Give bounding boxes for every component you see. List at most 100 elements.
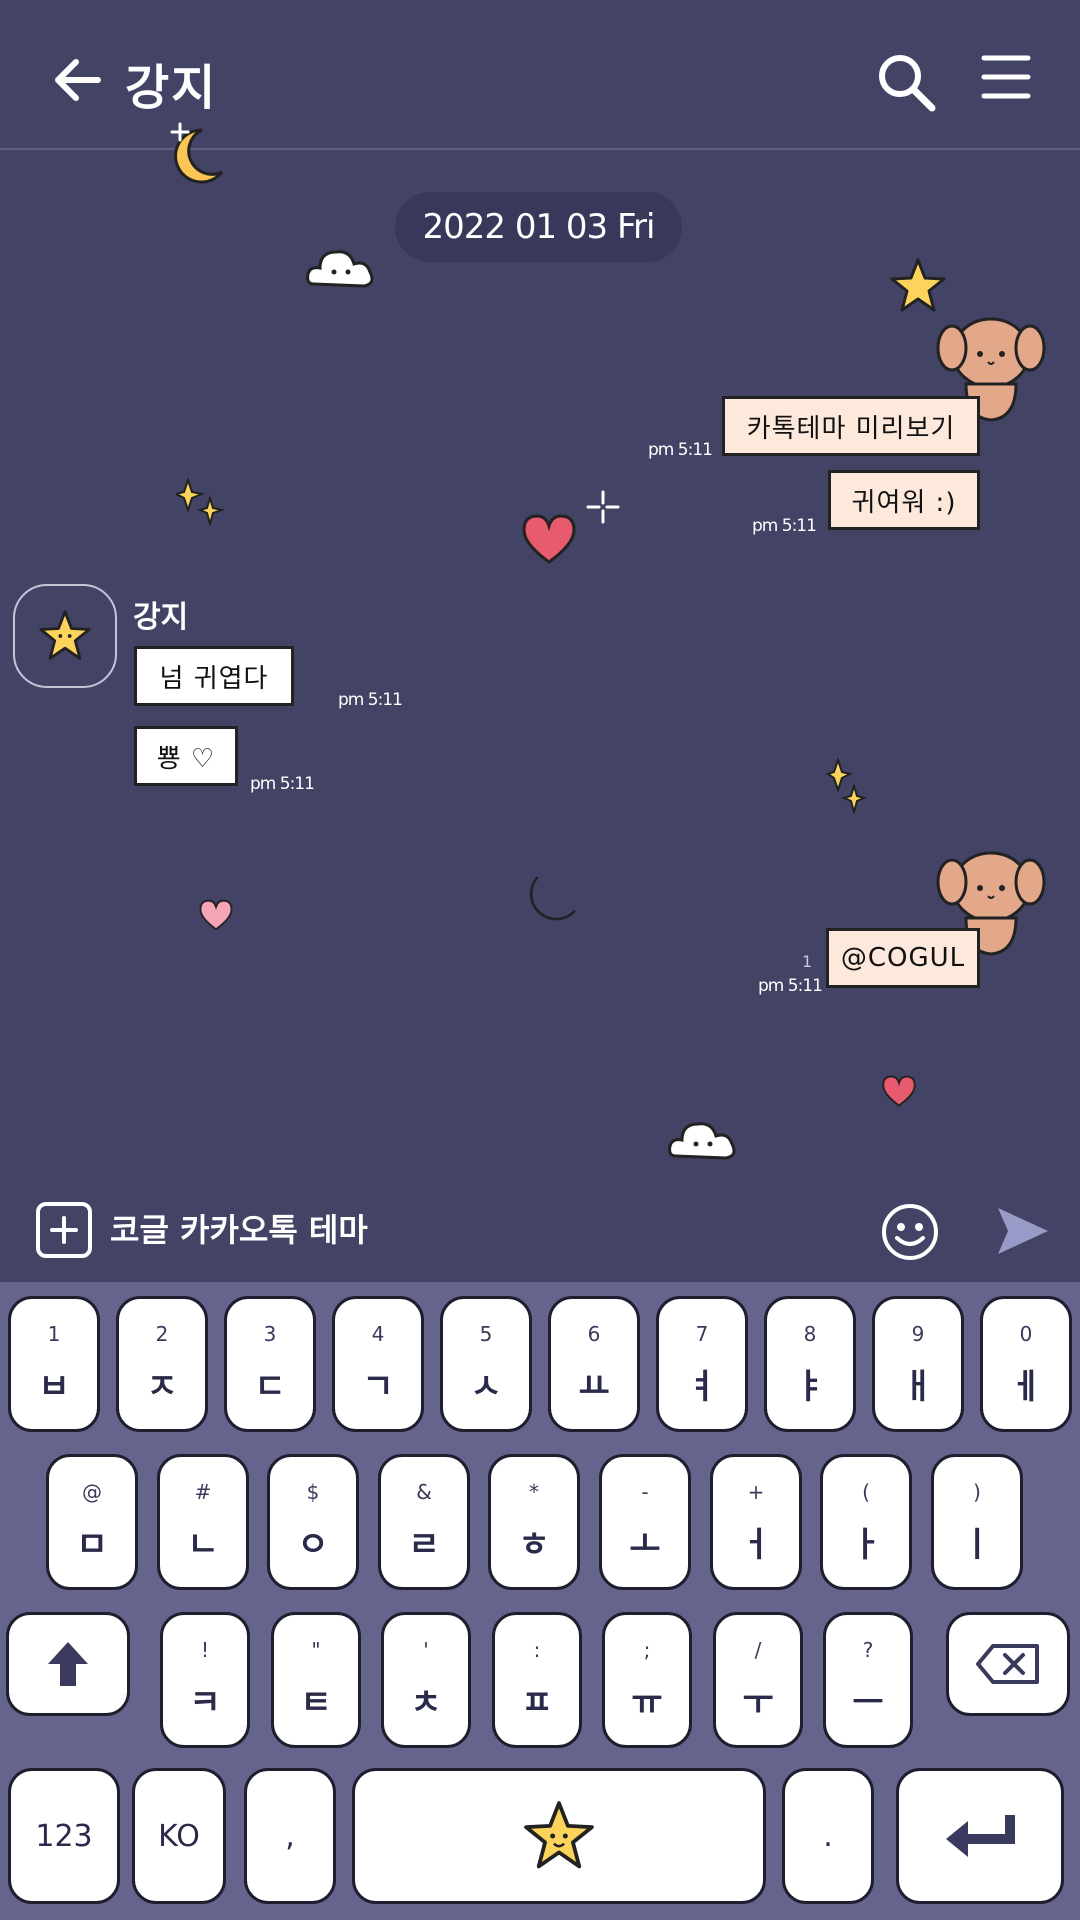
period-key[interactable]: . [782, 1768, 874, 1904]
language-key[interactable]: KO [132, 1768, 226, 1904]
menu-icon[interactable] [980, 52, 1032, 102]
key-ㅜ[interactable]: / ㅜ [713, 1612, 803, 1748]
key-symbol: / [754, 1637, 762, 1662]
back-arrow-icon[interactable] [48, 50, 108, 110]
key-symbol: ? [862, 1637, 874, 1662]
moon-sticker-icon [529, 876, 576, 921]
key-character: ㅊ [410, 1682, 442, 1723]
enter-key[interactable] [896, 1768, 1064, 1904]
key-character: ㅜ [742, 1682, 774, 1723]
key-character: ㅗ [629, 1524, 661, 1565]
key-ㅁ[interactable]: @ ㅁ [46, 1454, 138, 1590]
key-ㅅ[interactable]: 5ㅅ [440, 1296, 532, 1432]
key-character: ㅔ [1010, 1366, 1042, 1407]
key-ㅂ[interactable]: 1ㅂ [8, 1296, 100, 1432]
key-ㅔ[interactable]: 0ㅔ [980, 1296, 1072, 1432]
moon-sticker-icon [170, 122, 224, 184]
unread-count: 1 [802, 952, 813, 971]
key-symbol: 3 [263, 1321, 277, 1346]
key-ㅇ[interactable]: $ ㅇ [267, 1454, 359, 1590]
key-symbol: 5 [479, 1321, 493, 1346]
key-ㄱ[interactable]: 4ㄱ [332, 1296, 424, 1432]
date-divider: 2022 01 03 Fri [395, 192, 682, 262]
key-character: ㅏ [850, 1524, 882, 1565]
send-icon[interactable] [994, 1202, 1052, 1260]
enter-arrow-icon [946, 1815, 1015, 1857]
sent-message-bubble[interactable]: 귀여워 :) [828, 470, 980, 530]
key-ㅐ[interactable]: 9ㅐ [872, 1296, 964, 1432]
key-symbol: 6 [587, 1321, 601, 1346]
key-character: ㅁ [76, 1524, 108, 1565]
key-symbol: 0 [1019, 1321, 1033, 1346]
chat-title: 강지 [125, 60, 218, 116]
key-symbol: " [311, 1637, 321, 1662]
key-character: ㅡ [852, 1682, 884, 1723]
key-character: ㅣ [961, 1524, 993, 1565]
key-ㅠ[interactable]: ; ㅠ [602, 1612, 692, 1748]
key-character: ㄱ [362, 1366, 394, 1407]
key-ㅋ[interactable]: ! ㅋ [160, 1612, 250, 1748]
key-character: ㅕ [686, 1366, 718, 1407]
key-character: ㅓ [740, 1524, 772, 1565]
key-character: ㅅ [470, 1366, 502, 1407]
key-ㅌ[interactable]: " ㅌ [271, 1612, 361, 1748]
message-time: pm 5:11 [752, 516, 817, 536]
message-time: pm 5:11 [648, 440, 713, 460]
key-ㅕ[interactable]: 7ㅕ [656, 1296, 748, 1432]
key-symbol: ( [862, 1479, 870, 1504]
key-ㅣ[interactable]: ) ㅣ [931, 1454, 1023, 1590]
key-ㄹ[interactable]: & ㄹ [378, 1454, 470, 1590]
comma-key[interactable]: , [244, 1768, 336, 1904]
keyboard: 123 KO , . 1 ㅂ 2 ㅈ 3 ㄷ 4 ㄱ 5 ㅅ 6 ㅛ 7 ㅕ 8 ㅑ 9 ㅐ 0 ㅔ @ ㅁ # ㄴ $ ㅇ & ㄹ *… [0, 1282, 1080, 1920]
star-avatar-icon [39, 610, 91, 660]
key-character: ㅂ [38, 1366, 70, 1407]
key-symbol: 2 [155, 1321, 169, 1346]
key-ㄷ[interactable]: 3ㄷ [224, 1296, 316, 1432]
sender-name: 강지 [133, 600, 189, 635]
key-symbol: ! [200, 1637, 210, 1662]
sparkle-sticker-icon [176, 478, 224, 526]
space-key[interactable] [352, 1768, 766, 1904]
key-ㅈ[interactable]: 2ㅈ [116, 1296, 208, 1432]
received-message-bubble[interactable]: 넘 귀엽다 [134, 646, 294, 706]
sent-message-bubble[interactable]: 카톡테마 미리보기 [722, 396, 980, 456]
key-ㅑ[interactable]: 8ㅑ [764, 1296, 856, 1432]
key-character: ㅇ [297, 1524, 329, 1565]
key-character: ㅑ [794, 1366, 826, 1407]
key-character: ㅍ [521, 1682, 553, 1723]
key-ㅍ[interactable]: :ㅍ [492, 1612, 582, 1748]
shift-key[interactable] [6, 1612, 130, 1716]
key-symbol: $ [306, 1479, 320, 1504]
key-ㅡ[interactable]: ? ㅡ [823, 1612, 913, 1748]
shift-arrow-icon [48, 1642, 88, 1686]
backspace-icon [976, 1644, 1039, 1684]
key-character: ㅋ [189, 1682, 221, 1723]
sparkle-outline-icon [586, 490, 620, 524]
received-message-bubble[interactable]: 뿅 ♡ [134, 726, 238, 786]
search-icon[interactable] [872, 48, 942, 118]
heart-sticker-icon [522, 514, 576, 564]
emoji-icon[interactable] [880, 1202, 940, 1262]
key-ㅓ[interactable]: + ㅓ [710, 1454, 802, 1590]
avatar[interactable] [13, 584, 117, 688]
key-ㅗ[interactable]: -ㅗ [599, 1454, 691, 1590]
key-ㅏ[interactable]: (ㅏ [820, 1454, 912, 1590]
star-sticker-icon [890, 258, 946, 312]
key-symbol: # [194, 1479, 212, 1504]
numbers-key[interactable]: 123 [8, 1768, 120, 1904]
key-symbol: - [641, 1479, 649, 1504]
sparkle-sticker-icon [826, 758, 866, 814]
key-symbol: 1 [47, 1321, 61, 1346]
backspace-key[interactable] [946, 1612, 1070, 1716]
key-ㅛ[interactable]: 6ㅛ [548, 1296, 640, 1432]
key-ㄴ[interactable]: # ㄴ [157, 1454, 249, 1590]
key-character: ㅐ [902, 1366, 934, 1407]
sent-message-bubble[interactable]: @COGUL [826, 928, 980, 988]
message-input[interactable] [110, 1204, 710, 1256]
key-symbol: 8 [803, 1321, 817, 1346]
key-ㅊ[interactable]: ' ㅊ [381, 1612, 471, 1748]
key-symbol: ; [643, 1637, 651, 1662]
plus-icon[interactable] [36, 1202, 92, 1258]
cloud-sticker-icon [306, 250, 374, 288]
key-ㅎ[interactable]: * ㅎ [488, 1454, 580, 1590]
